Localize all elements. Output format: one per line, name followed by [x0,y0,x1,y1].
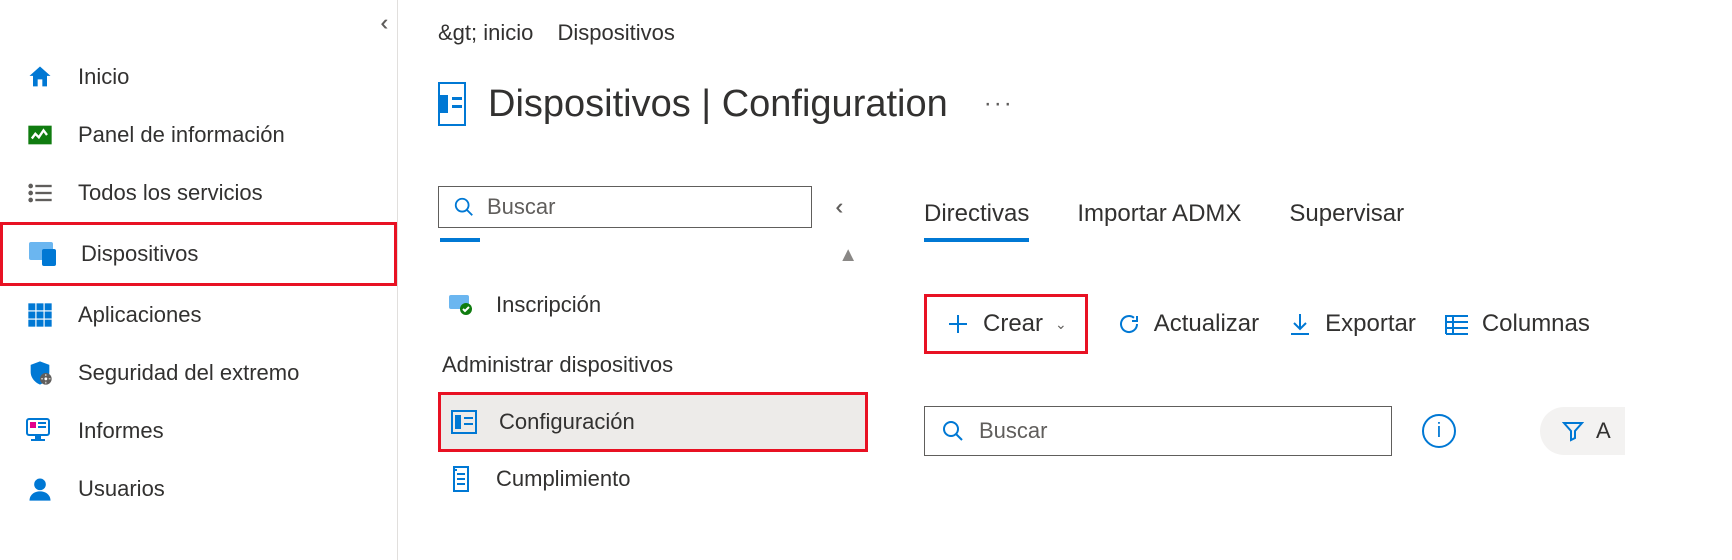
reports-icon [24,415,56,447]
subnav-item-inscripcion[interactable]: Inscripción [438,278,868,332]
sidebar-item-usuarios[interactable]: Usuarios [0,460,397,518]
refresh-button[interactable]: Actualizar [1116,310,1259,338]
scroll-up-icon[interactable]: ▲ [838,244,858,267]
apps-icon [24,299,56,331]
sidebar-item-label: Informes [78,418,164,444]
dashboard-icon [24,119,56,151]
results-search-placeholder: Buscar [979,418,1047,444]
shield-icon [24,357,56,389]
home-icon [24,61,56,93]
chevron-down-icon: ⌄ [1055,316,1067,333]
tab-importar-admx[interactable]: Importar ADMX [1077,200,1241,242]
breadcrumb-part[interactable]: Dispositivos [558,20,675,45]
export-button[interactable]: Exportar [1287,310,1416,338]
sidebar-item-todos-servicios[interactable]: Todos los servicios [0,164,397,222]
toolbar: Crear ⌄ Actualizar Exportar [924,294,1732,354]
devices-subnav-panel: &gt; inicio Dispositivos Dispositivos | … [398,0,878,560]
export-label: Exportar [1325,310,1416,338]
subnav-item-configuracion[interactable]: Configuración [441,395,865,449]
configuration-icon [438,82,466,126]
sidebar-item-informes[interactable]: Informes [0,402,397,460]
active-underline [440,238,480,242]
breadcrumb-part[interactable]: &gt; inicio [438,20,533,45]
tabs: Directivas Importar ADMX Supervisar [924,200,1732,242]
devices-icon [27,238,59,270]
subnav-label: Inscripción [496,292,601,318]
create-label: Crear [983,310,1043,338]
sidebar-item-label: Aplicaciones [78,302,202,328]
search-placeholder: Buscar [487,194,555,220]
list-icon [24,177,56,209]
plus-icon [945,311,971,337]
primary-sidebar: ‹‹ Inicio Panel de información Todos los… [0,0,398,560]
sidebar-item-label: Inicio [78,64,129,90]
results-search-input[interactable]: Buscar [924,406,1392,456]
sidebar-item-label: Todos los servicios [78,180,263,206]
subnav-item-cumplimiento[interactable]: Cumplimiento [438,452,868,506]
refresh-label: Actualizar [1154,310,1259,338]
breadcrumb: &gt; inicio Dispositivos [438,20,878,46]
sidebar-item-panel[interactable]: Panel de información [0,106,397,164]
devices-search-input[interactable]: Buscar [438,186,812,228]
subnav-label: Configuración [499,409,635,435]
sidebar-item-label: Seguridad del extremo [78,360,299,386]
search-icon [453,196,475,218]
sidebar-item-seguridad[interactable]: Seguridad del extremo [0,344,397,402]
tab-directivas[interactable]: Directivas [924,200,1029,242]
search-icon [941,419,965,443]
sidebar-item-inicio[interactable]: Inicio [0,48,397,106]
sidebar-item-aplicaciones[interactable]: Aplicaciones [0,286,397,344]
tab-supervisar[interactable]: Supervisar [1289,200,1404,242]
sidebar-item-label: Panel de información [78,122,285,148]
info-icon: i [1437,420,1441,443]
compliance-icon [446,464,476,494]
columns-icon [1444,311,1470,337]
subnav-heading-manage: Administrar dispositivos [438,332,868,392]
columns-label: Columnas [1482,310,1590,338]
sidebar-item-dispositivos[interactable]: Dispositivos [3,225,394,283]
filter-button[interactable]: A [1540,407,1625,455]
sidebar-item-label: Dispositivos [81,241,198,267]
filter-icon [1562,420,1584,442]
columns-button[interactable]: Columnas [1444,310,1590,338]
content-panel: Directivas Importar ADMX Supervisar Crea… [878,0,1732,560]
enrollment-icon [446,290,476,320]
subnav-label: Cumplimiento [496,466,631,492]
download-icon [1287,311,1313,337]
refresh-icon [1116,311,1142,337]
configuration-small-icon [449,407,479,437]
user-icon [24,473,56,505]
info-button[interactable]: i [1422,414,1456,448]
create-button[interactable]: Crear ⌄ [927,297,1085,351]
sidebar-item-label: Usuarios [78,476,165,502]
filter-label: A [1596,418,1611,444]
